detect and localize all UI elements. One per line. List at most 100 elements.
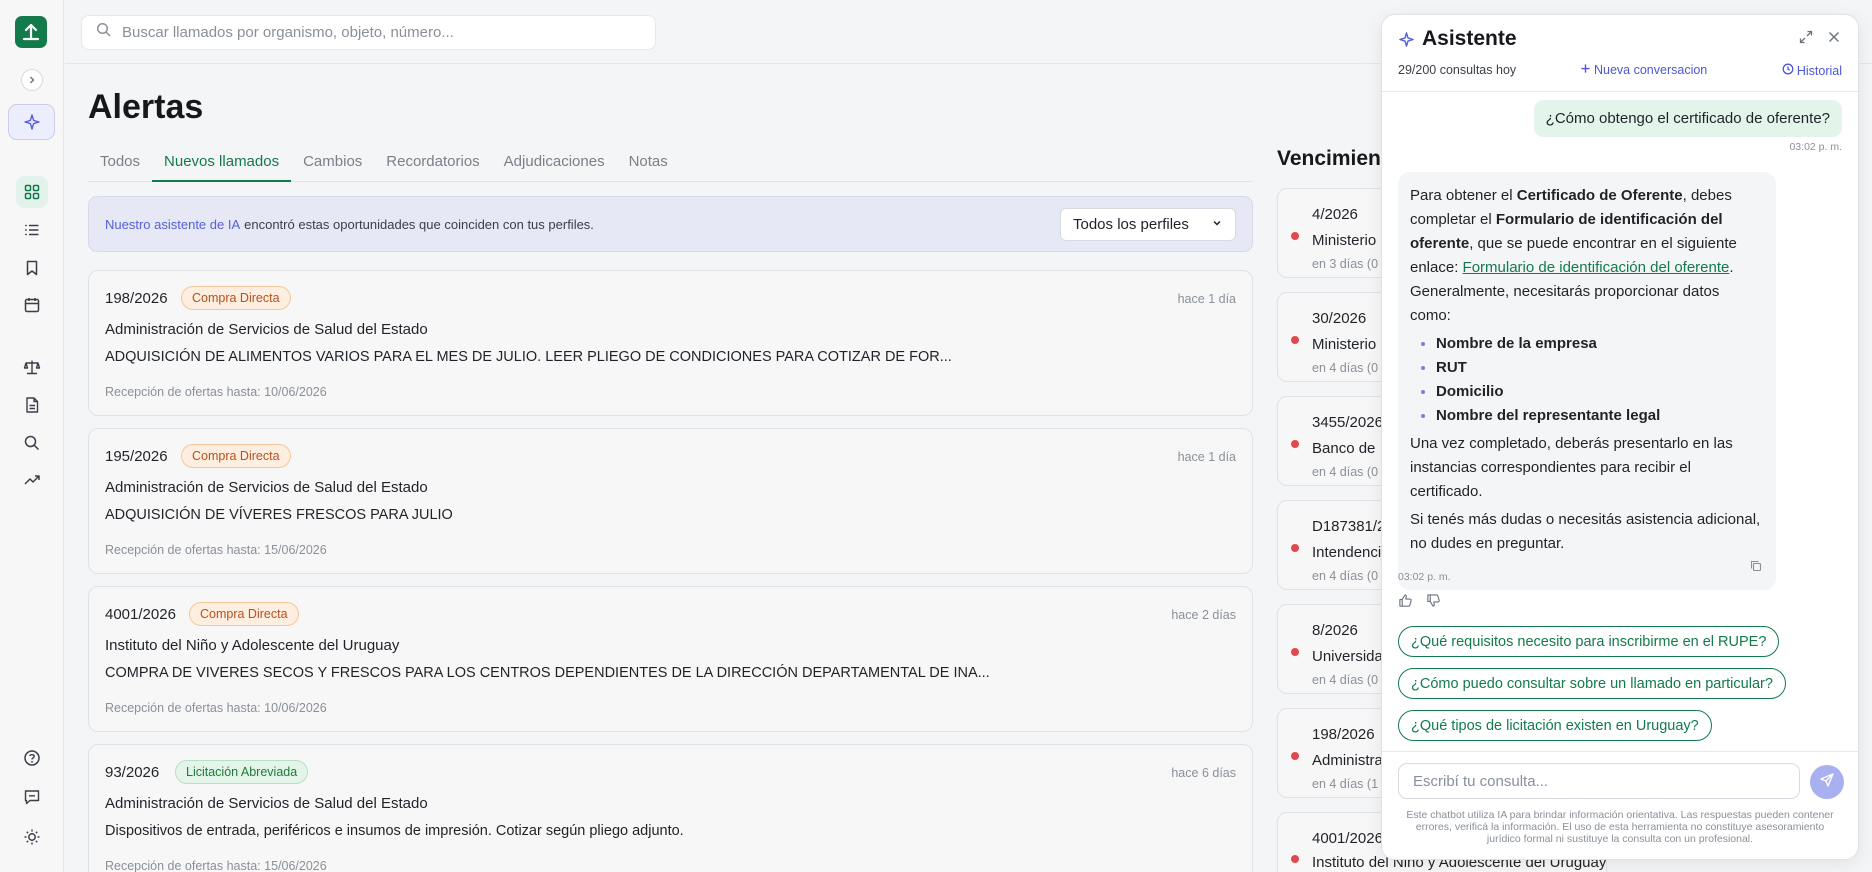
sparkle-icon[interactable]: [8, 104, 55, 140]
card-deadline: Recepción de ofertas hasta: 15/06/2026: [105, 859, 327, 872]
profile-filter-select[interactable]: Todos los perfiles: [1060, 208, 1236, 241]
list-item: Domicilio: [1436, 380, 1764, 404]
new-conversation-label: Nueva conversacion: [1594, 63, 1708, 77]
deadline-org: Banco de: [1312, 440, 1376, 457]
suggestion-chip[interactable]: ¿Qué tipos de licitación existen en Urug…: [1398, 710, 1712, 741]
banner-text: encontró estas oportunidades que coincid…: [244, 216, 594, 232]
tab-notas[interactable]: Notas: [617, 150, 680, 182]
type-badge: Compra Directa: [181, 444, 291, 468]
logo-icon[interactable]: [15, 16, 47, 48]
type-badge: Compra Directa: [181, 286, 291, 310]
urgency-dot: [1291, 544, 1299, 552]
list-icon[interactable]: [16, 214, 48, 246]
tab-recordatorios[interactable]: Recordatorios: [374, 150, 491, 182]
vencimientos-title: Vencimient: [1277, 147, 1388, 170]
card-time: hace 2 días: [1171, 608, 1236, 622]
card-time: hace 1 día: [1177, 450, 1236, 464]
suggestion-chip[interactable]: ¿Cómo puedo consultar sobre un llamado e…: [1398, 668, 1786, 699]
search-bar[interactable]: [81, 15, 656, 50]
card-organization: Administración de Servicios de Salud del…: [105, 795, 428, 812]
thumbs-down-icon[interactable]: [1426, 593, 1441, 613]
form-link[interactable]: Formulario de identificación del oferent…: [1463, 259, 1730, 276]
deadline-number: 198/2026: [1312, 726, 1375, 743]
deadline-days: en 4 días (0: [1312, 465, 1379, 479]
urgency-dot: [1291, 232, 1299, 240]
deadline-number: 30/2026: [1312, 310, 1367, 327]
alert-card[interactable]: 198/2026 Compra Directa hace 1 día Admin…: [88, 270, 1253, 416]
card-time: hace 1 día: [1177, 292, 1236, 306]
grid-icon[interactable]: [16, 176, 48, 208]
suggestion-chip[interactable]: ¿Qué requisitos necesito para inscribirm…: [1398, 626, 1780, 657]
sidebar: [0, 0, 64, 872]
alert-card[interactable]: 195/2026 Compra Directa hace 1 día Admin…: [88, 428, 1253, 574]
new-conversation-button[interactable]: Nueva conversacion: [1580, 63, 1707, 77]
assistant-panel: Asistente 29/200 consultas hoy Nueva con…: [1381, 14, 1859, 860]
user-message: ¿Cómo obtengo el certificado de oferente…: [1533, 100, 1842, 137]
card-deadline: Recepción de ofertas hasta: 10/06/2026: [105, 385, 327, 399]
document-icon[interactable]: [16, 389, 48, 421]
chevron-down-icon: [1211, 216, 1223, 233]
assistant-message-time: 03:02 p. m.: [1398, 571, 1451, 583]
urgency-dot: [1291, 752, 1299, 760]
profile-filter-value: Todos los perfiles: [1073, 216, 1189, 233]
urgency-dot: [1291, 440, 1299, 448]
urgency-dot: [1291, 855, 1299, 863]
send-button[interactable]: [1810, 765, 1844, 799]
card-description: ADQUISICIÓN DE VÍVERES FRESCOS PARA JULI…: [105, 507, 453, 523]
chevron-right-icon[interactable]: [21, 69, 43, 91]
expand-icon[interactable]: [1798, 29, 1814, 50]
type-badge: Licitación Abreviada: [175, 760, 309, 784]
answer-paragraph: Para obtener el Certificado de Oferente,…: [1410, 187, 1737, 324]
card-organization: Administración de Servicios de Salud del…: [105, 321, 428, 338]
alert-card[interactable]: 4001/2026 Compra Directa hace 2 días Ins…: [88, 586, 1253, 732]
card-description: ADQUISICIÓN DE ALIMENTOS VARIOS PARA EL …: [105, 349, 952, 365]
tab-todos[interactable]: Todos: [88, 150, 152, 182]
trend-icon[interactable]: [16, 464, 48, 496]
feedback-icon[interactable]: [16, 781, 48, 813]
card-description: Dispositivos de entrada, periféricos e i…: [105, 823, 684, 839]
deadline-org: Administra: [1312, 752, 1383, 769]
card-number: 195/2026: [105, 448, 168, 465]
card-number: 198/2026: [105, 290, 168, 307]
deadline-number: 4/2026: [1312, 206, 1358, 223]
help-icon[interactable]: [16, 742, 48, 774]
urgency-dot: [1291, 336, 1299, 344]
deadline-org: Ministerio: [1312, 232, 1377, 249]
card-number: 93/2026: [105, 764, 160, 781]
search-icon[interactable]: [16, 427, 48, 459]
tab-adjudicaciones[interactable]: Adjudicaciones: [492, 150, 617, 182]
deadline-days: en 4 días (0: [1312, 569, 1379, 583]
alert-card[interactable]: 93/2026 Licitación Abreviada hace 6 días…: [88, 744, 1253, 872]
chat-input[interactable]: [1398, 763, 1800, 799]
divider: [1382, 751, 1858, 752]
card-description: COMPRA DE VIVERES SECOS Y FRESCOS PARA L…: [105, 665, 990, 681]
required-data-list: Nombre de la empresa RUT Domicilio Nombr…: [1436, 332, 1764, 428]
list-item: RUT: [1436, 356, 1764, 380]
answer-paragraph: Si tenés más dudas o necesitás asistenci…: [1410, 511, 1761, 552]
tab-nuevos-llamados[interactable]: Nuevos llamados: [152, 150, 292, 182]
card-organization: Administración de Servicios de Salud del…: [105, 479, 428, 496]
disclaimer: Este chatbot utiliza IA para brindar inf…: [1406, 809, 1834, 845]
deadline-number: 8/2026: [1312, 622, 1358, 639]
tab-cambios[interactable]: Cambios: [291, 150, 374, 182]
theme-icon[interactable]: [16, 821, 48, 853]
thumbs-up-icon[interactable]: [1398, 593, 1413, 613]
bookmark-icon[interactable]: [16, 252, 48, 284]
card-deadline: Recepción de ofertas hasta: 10/06/2026: [105, 701, 327, 715]
card-number: 4001/2026: [105, 606, 176, 623]
calendar-icon[interactable]: [16, 289, 48, 321]
card-time: hace 6 días: [1171, 766, 1236, 780]
divider: [1382, 91, 1858, 92]
send-icon: [1819, 772, 1835, 793]
history-button[interactable]: Historial: [1782, 63, 1842, 78]
deadline-number: 4001/2026: [1312, 830, 1383, 847]
scale-icon[interactable]: [16, 351, 48, 383]
copy-icon[interactable]: [1750, 556, 1762, 580]
deadline-org: Universida: [1312, 648, 1383, 665]
page-title: Alertas: [88, 88, 204, 126]
deadline-days: en 4 días (0: [1312, 673, 1379, 687]
search-input[interactable]: [122, 24, 642, 41]
clock-icon: [1782, 63, 1794, 78]
assistant-message: Para obtener el Certificado de Oferente,…: [1398, 172, 1776, 590]
close-icon[interactable]: [1826, 29, 1842, 50]
